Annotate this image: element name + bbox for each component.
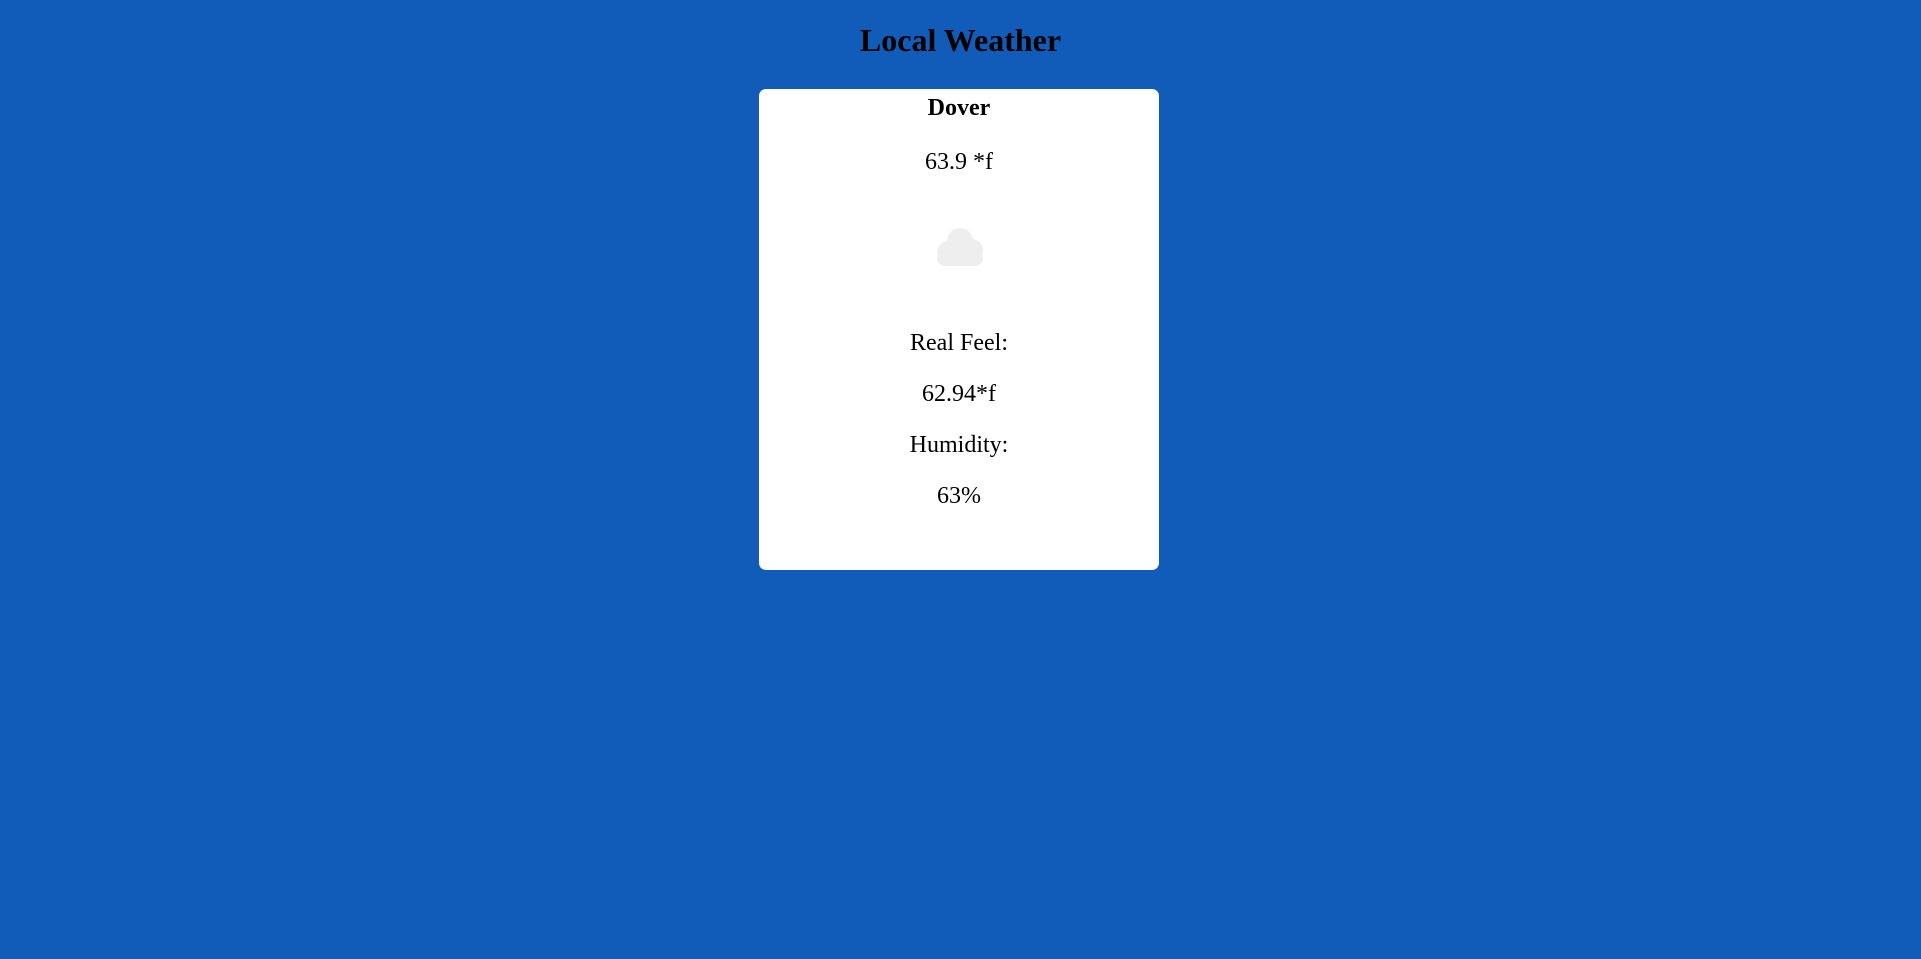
cloud-icon [929,225,991,267]
weather-card: Dover 63.9 *f Real Feel: 62.94*f Humidit… [759,89,1159,570]
humidity-label: Humidity: [909,432,1009,458]
temperature-value: 63.9 *f [925,149,993,175]
page-title: Local Weather [859,22,1062,58]
real-feel-value: 62.94*f [922,381,996,407]
humidity-value: 63% [937,483,981,509]
city-name: Dover [927,95,991,121]
real-feel-label: Real Feel: [910,330,1008,356]
